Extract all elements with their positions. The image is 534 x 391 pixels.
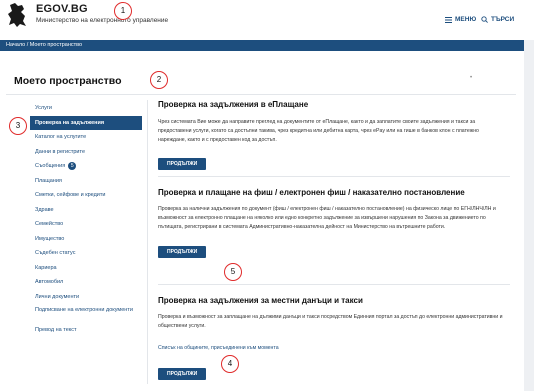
section-fines: Проверка и плащане на фиш / електронен ф… [158, 188, 508, 258]
continue-button-local-taxes[interactable]: ПРОДЪЛЖИ [158, 368, 207, 380]
search-label: ТЪРСИ [491, 16, 515, 23]
sidebar-item-health[interactable]: Здраве [30, 203, 142, 218]
sidebar-item-vehicle[interactable]: Автомобил [30, 275, 142, 290]
sidebar-item-sign-documents[interactable]: Подписване на електронни документи [30, 304, 142, 323]
section-local-taxes: Проверка на задължения за местни данъци … [158, 296, 508, 380]
title-panel: Моето пространство • [6, 59, 516, 95]
sidebar-item-service-catalog[interactable]: Каталог на услугите [30, 130, 142, 145]
annotation-1: 1 [114, 2, 132, 20]
continue-button-fines[interactable]: ПРОДЪЛЖИ [158, 246, 207, 258]
sidebar-item-messages[interactable]: Съобщения 5 [30, 159, 142, 174]
section-title: Проверка на задължения за местни данъци … [158, 296, 363, 305]
section-epayment: Проверка на задължения в еПлащане Чрез с… [158, 100, 508, 170]
menu-button[interactable]: МЕНЮ [445, 16, 476, 23]
annotation-5: 5 [224, 263, 242, 281]
section-description: Чрез системата Вие може да направите пре… [158, 119, 479, 143]
sidebar-item-accounts[interactable]: Сметки, сейфове и кредити [30, 188, 142, 203]
section-divider [158, 176, 510, 177]
sidebar-nav: Услуги Проверка на задължения Каталог на… [30, 101, 142, 338]
sidebar-item-services[interactable]: Услуги [30, 101, 142, 116]
menu-label: МЕНЮ [455, 16, 477, 23]
section-divider [158, 284, 510, 285]
sidebar-item-payments[interactable]: Плащания [30, 174, 142, 189]
section-description: Проверка и възможност за заплащане на дъ… [158, 314, 503, 329]
annotation-4: 4 [221, 355, 239, 373]
section-title: Проверка и плащане на фиш / електронен ф… [158, 188, 465, 197]
section-title: Проверка на задължения в еПлащане [158, 100, 309, 109]
search-button[interactable]: ТЪРСИ [481, 16, 514, 23]
municipalities-list-link[interactable]: Списък на общините, присъединени към мом… [158, 345, 279, 351]
section-description: Проверка за налични задължения по докуме… [158, 206, 496, 230]
site-subtitle: Министерство на електронното управление [36, 17, 169, 24]
magnifier-icon [481, 16, 488, 23]
page-gutter [524, 40, 534, 391]
sidebar-item-personal-documents[interactable]: Лични документи [30, 290, 142, 305]
sidebar-item-registry-data[interactable]: Данни в регистрите [30, 145, 142, 160]
options-icon[interactable]: • [470, 75, 472, 81]
sidebar-item-property[interactable]: Имущество [30, 232, 142, 247]
site-header: EGOV.BG Министерство на електронното упр… [0, 0, 534, 38]
lion-logo-icon[interactable] [6, 2, 28, 28]
sidebar-item-family[interactable]: Семейство [30, 217, 142, 232]
sidebar-item-check-obligations[interactable]: Проверка на задължения [30, 115, 142, 130]
sidebar-item-translate[interactable]: Превод на текст [30, 323, 142, 338]
hamburger-icon [445, 16, 452, 23]
sidebar-item-career[interactable]: Кариера [30, 261, 142, 276]
annotation-2: 2 [150, 71, 168, 89]
continue-button-epayment[interactable]: ПРОДЪЛЖИ [158, 158, 207, 170]
unread-count-badge: 5 [68, 161, 77, 170]
page-title: Моето пространство [14, 75, 122, 87]
breadcrumb[interactable]: Начало / Моето пространство [6, 42, 82, 48]
sidebar-item-court-status[interactable]: Съдебен статус [30, 246, 142, 261]
sidebar-divider [147, 100, 148, 384]
breadcrumb-bar: Начало / Моето пространство [0, 40, 524, 51]
sidebar-item-label: Съобщения [35, 163, 66, 169]
annotation-3: 3 [9, 117, 27, 135]
site-title[interactable]: EGOV.BG [36, 3, 88, 15]
